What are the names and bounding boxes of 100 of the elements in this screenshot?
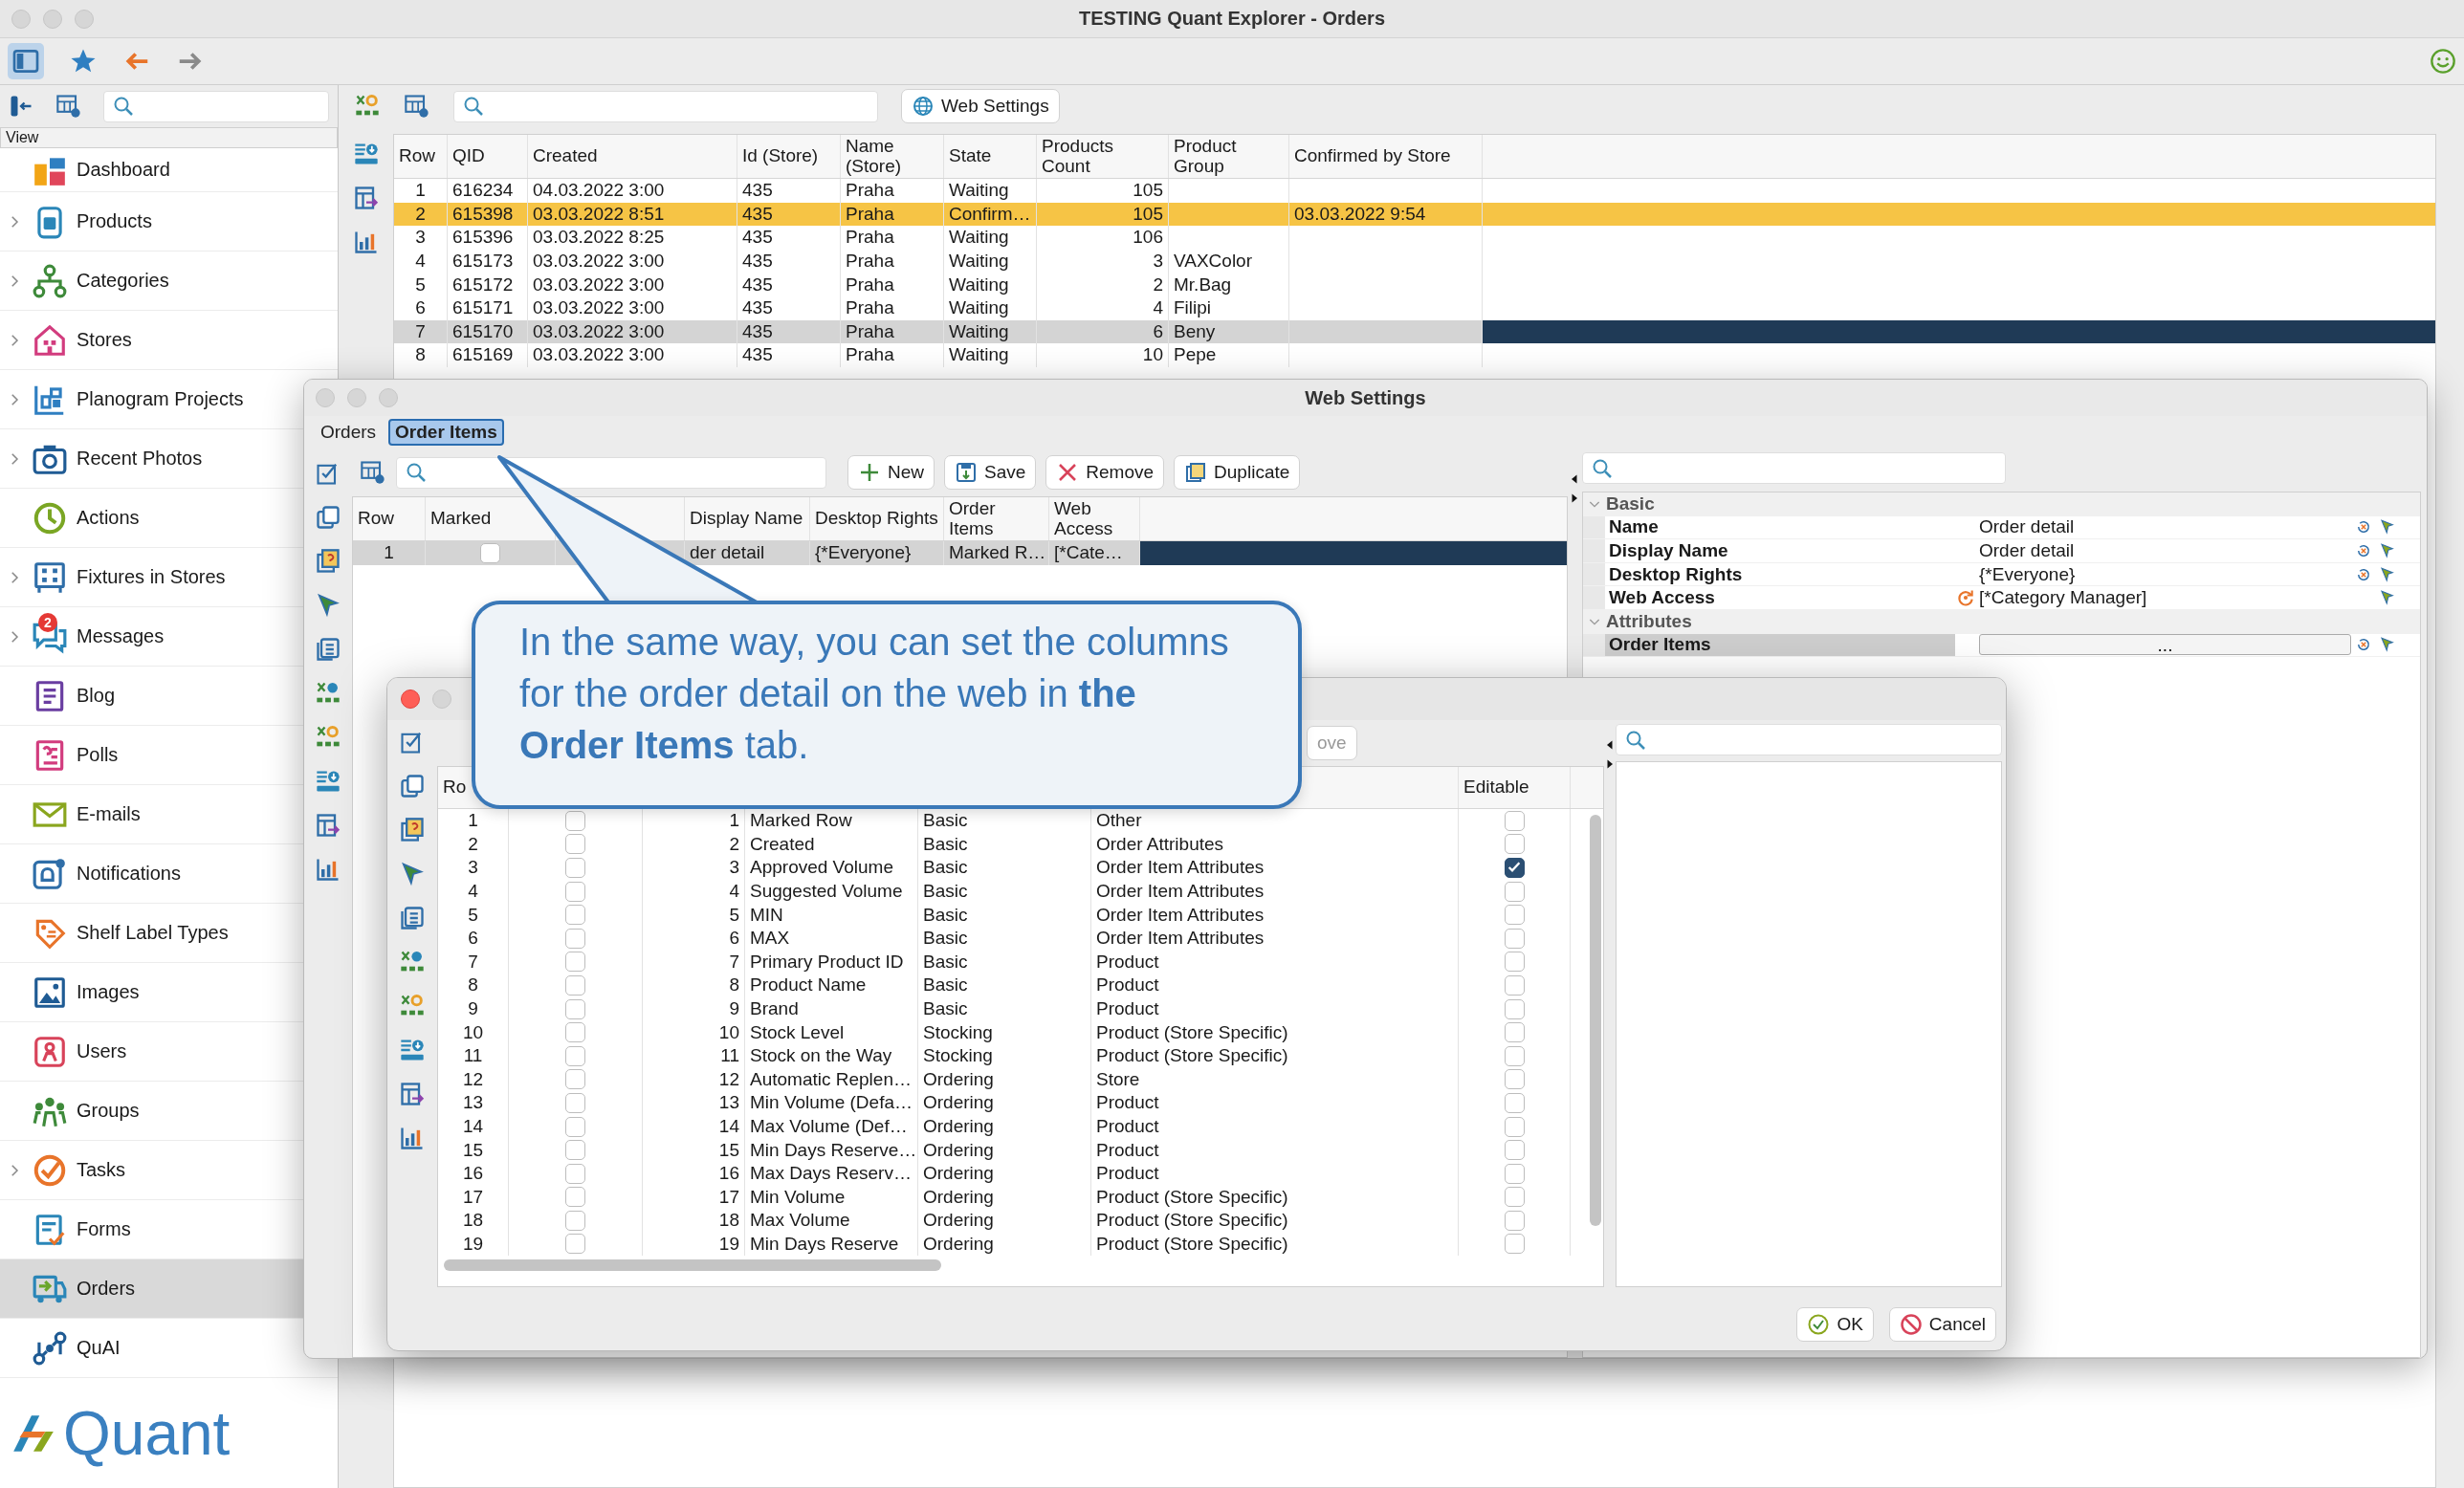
table-cell: 5: [394, 273, 448, 296]
table-cell: Product: [1091, 1114, 1459, 1139]
table-cell: 6: [643, 926, 745, 951]
property-name: Display Name: [1608, 539, 1729, 562]
table-cell: 9: [438, 996, 509, 1021]
table-cell: 616234: [448, 179, 528, 203]
table-cell: Praha: [841, 319, 944, 344]
table-cell: Brand: [745, 996, 918, 1021]
table-cell: 19: [438, 1232, 509, 1257]
table-cell: Max Days Reserv…: [745, 1161, 918, 1186]
table-cell: Praha: [841, 249, 944, 274]
table-cell: Product: [1091, 1091, 1459, 1115]
property-name: Desktop Rights: [1608, 562, 1744, 586]
table-cell: 03.03.2022 8:25: [528, 226, 737, 250]
table-cell: Praha: [841, 343, 944, 367]
table-cell: 6: [394, 295, 448, 320]
table-cell: Waiting: [944, 343, 1037, 367]
table-cell: 435: [737, 226, 841, 250]
table-cell: 615171: [448, 295, 528, 320]
table-cell: Order Item Attributes: [1091, 856, 1459, 880]
table-cell: Stock Level: [745, 1020, 918, 1044]
table-cell: Primary Product ID: [745, 950, 918, 974]
table-cell: MAX: [745, 926, 918, 951]
table-cell: Confirm…: [944, 202, 1037, 227]
table-cell: Waiting: [944, 179, 1037, 203]
table-cell: 4: [438, 879, 509, 904]
table-cell: Stocking: [918, 1043, 1091, 1068]
table-cell: 3: [438, 856, 509, 880]
table-cell: MIN: [745, 903, 918, 927]
table-cell: 615173: [448, 249, 528, 274]
table-cell: Max Volume: [745, 1209, 918, 1233]
table-cell: Product Name: [745, 974, 918, 997]
table-cell: Ordering: [918, 1209, 1091, 1233]
table-cell: Ordering: [918, 1161, 1091, 1186]
table-cell: Praha: [841, 295, 944, 320]
table-cell: 9: [643, 996, 745, 1021]
table-cell: Order Attributes: [1091, 832, 1459, 857]
table-cell: 7: [394, 319, 448, 344]
table-cell: 8: [438, 974, 509, 997]
table-cell: 03.03.2022 8:51: [528, 202, 737, 227]
table-cell: 4: [1037, 295, 1169, 320]
table-cell: 3: [394, 226, 448, 250]
table-cell: Order Item Attributes: [1091, 879, 1459, 904]
property-value: Order detail: [1979, 516, 2075, 538]
table-cell: 03.03.2022 3:00: [528, 273, 737, 296]
table-cell: Product (Store Specific): [1091, 1209, 1459, 1233]
table-cell: Marked R…: [944, 541, 1049, 565]
table-cell: Order Item Attributes: [1091, 926, 1459, 951]
table-cell: Product (Store Specific): [1091, 1185, 1459, 1210]
table-cell: Suggested Volume: [745, 879, 918, 904]
table-cell: 13: [438, 1091, 509, 1115]
table-cell: 03.03.2022 3:00: [528, 249, 737, 274]
table-cell: 19: [643, 1232, 745, 1257]
table-cell: 15: [438, 1138, 509, 1162]
property-name: Web Access: [1608, 586, 1716, 609]
table-cell: 4: [643, 879, 745, 904]
table-cell: Basic: [918, 926, 1091, 951]
table-cell: Basic: [918, 950, 1091, 974]
table-cell: 03.03.2022 3:00: [528, 295, 737, 320]
table-cell: Basic: [918, 996, 1091, 1021]
table-cell: VAXColor: [1169, 249, 1289, 274]
table-cell: 5: [643, 903, 745, 927]
table-cell: 1: [353, 541, 426, 565]
table-cell: Basic: [918, 879, 1091, 904]
table-cell: Automatic Replen…: [745, 1067, 918, 1092]
table-cell: 435: [737, 249, 841, 274]
table-cell: Product (Store Specific): [1091, 1232, 1459, 1257]
table-cell: {*Everyone}: [810, 541, 944, 565]
table-cell: Ordering: [918, 1091, 1091, 1115]
table-cell: Beny: [1169, 319, 1289, 344]
table-cell: Waiting: [944, 319, 1037, 344]
table-cell: 435: [737, 295, 841, 320]
property-value: Order detail: [1979, 540, 2075, 561]
table-cell: 615169: [448, 343, 528, 367]
table-cell: 615170: [448, 319, 528, 344]
property-name: Order Items: [1605, 633, 1955, 657]
table-cell: 11: [643, 1043, 745, 1068]
table-cell: Ordering: [918, 1232, 1091, 1257]
table-cell: 435: [737, 179, 841, 203]
table-cell: Max Volume (Def…: [745, 1114, 918, 1139]
table-cell: 3: [1037, 249, 1169, 274]
table-cell: 17: [643, 1185, 745, 1210]
table-cell: Approved Volume: [745, 856, 918, 880]
table-cell: Praha: [841, 202, 944, 227]
table-cell: 435: [737, 319, 841, 344]
table-cell: Waiting: [944, 273, 1037, 296]
table-cell: Ordering: [918, 1067, 1091, 1092]
table-cell: 16: [643, 1161, 745, 1186]
table-cell: 03.03.2022 3:00: [528, 343, 737, 367]
table-cell: 105: [1037, 179, 1169, 203]
table-cell: 435: [737, 202, 841, 227]
table-cell: Product: [1091, 1138, 1459, 1162]
table-cell: Praha: [841, 226, 944, 250]
table-cell: 2: [394, 202, 448, 227]
property-name: Name: [1608, 515, 1660, 539]
table-cell: Store: [1091, 1067, 1459, 1092]
table-cell: 13: [643, 1091, 745, 1115]
window-title: Web Settings: [1305, 386, 1426, 409]
table-cell: Product: [1091, 1161, 1459, 1186]
table-cell: Stock on the Way: [745, 1043, 918, 1068]
